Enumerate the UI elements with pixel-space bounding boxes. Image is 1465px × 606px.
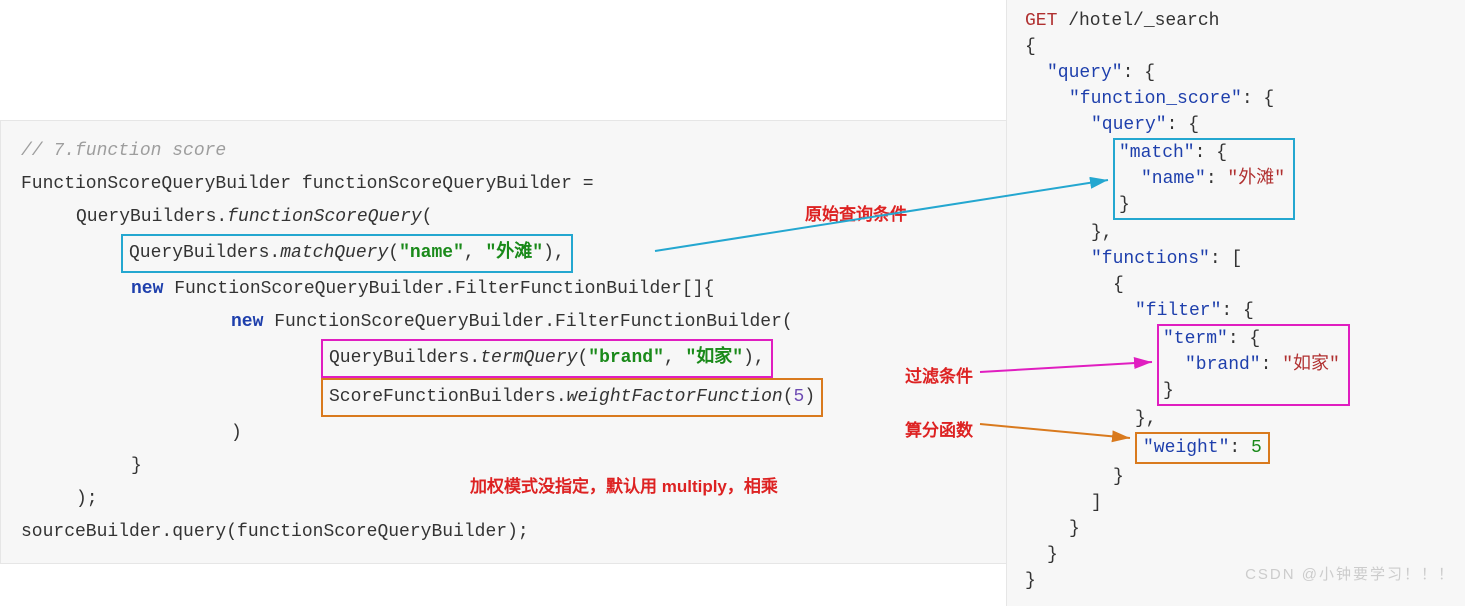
annotation-original-query: 原始查询条件 bbox=[805, 200, 907, 225]
json-string: "如家" bbox=[1282, 355, 1340, 375]
code-text: ScoreFunctionBuilders. bbox=[329, 387, 567, 407]
json-text: : { bbox=[1228, 329, 1260, 349]
json-string: "外滩" bbox=[1227, 169, 1285, 189]
number-literal: 5 bbox=[794, 387, 805, 407]
json-text: : [ bbox=[1210, 249, 1242, 269]
json-match-box: "match": { "name": "外滩" } bbox=[1113, 138, 1295, 220]
code-text: , bbox=[464, 243, 486, 263]
weight-function-box: ScoreFunctionBuilders.weightFactorFuncti… bbox=[321, 378, 823, 417]
code-line: sourceBuilder.query(functionScoreQueryBu… bbox=[21, 516, 1016, 549]
json-brace: { bbox=[1025, 272, 1465, 298]
json-brace: } bbox=[1163, 378, 1340, 404]
json-brace: } bbox=[1025, 464, 1465, 490]
json-text: : { bbox=[1167, 115, 1199, 135]
code-text: , bbox=[664, 348, 686, 368]
code-text: ( bbox=[577, 348, 588, 368]
json-brace: { bbox=[1025, 34, 1465, 60]
watermark: CSDN @小钟要学习！！！ bbox=[1245, 563, 1455, 584]
match-query-box: QueryBuilders.matchQuery("name", "外滩"), bbox=[121, 234, 573, 273]
json-brace: }, bbox=[1025, 220, 1465, 246]
json-key: "name" bbox=[1141, 169, 1206, 189]
string-literal: "name" bbox=[399, 243, 464, 263]
json-brace: ] bbox=[1025, 490, 1465, 516]
code-text: ) bbox=[21, 417, 1016, 450]
json-key: "brand" bbox=[1185, 355, 1261, 375]
json-panel: GET /hotel/_search { "query": { "functio… bbox=[1006, 0, 1465, 606]
annotation-boost-mode: 加权模式没指定，默认用 multiply，相乘 bbox=[470, 472, 778, 497]
json-number: 5 bbox=[1251, 438, 1262, 458]
code-text: QueryBuilders. bbox=[329, 348, 480, 368]
annotation-filter: 过滤条件 bbox=[905, 362, 973, 387]
json-key: "match" bbox=[1119, 143, 1195, 163]
method-name: matchQuery bbox=[280, 243, 388, 263]
keyword: new bbox=[131, 279, 163, 299]
code-text: ), bbox=[743, 348, 765, 368]
code-text: QueryBuilders. bbox=[76, 207, 227, 227]
json-key: "term" bbox=[1163, 329, 1228, 349]
json-key: "query" bbox=[1091, 115, 1167, 135]
json-key: "filter" bbox=[1135, 301, 1221, 321]
json-brace: } bbox=[1119, 192, 1285, 218]
term-query-box: QueryBuilders.termQuery("brand", "如家"), bbox=[321, 339, 773, 378]
json-key: "weight" bbox=[1143, 438, 1229, 458]
string-literal: "如家" bbox=[686, 348, 744, 368]
json-key: "functions" bbox=[1091, 249, 1210, 269]
code-text: FunctionScoreQueryBuilder.FilterFunction… bbox=[163, 279, 714, 299]
method-name: termQuery bbox=[480, 348, 577, 368]
json-text: : { bbox=[1221, 301, 1253, 321]
json-text: : { bbox=[1242, 89, 1274, 109]
json-brace: }, bbox=[1025, 406, 1465, 432]
json-term-box: "term": { "brand": "如家" } bbox=[1157, 324, 1350, 406]
json-brace: } bbox=[1025, 516, 1465, 542]
code-comment: // 7.function score bbox=[21, 141, 226, 161]
method-name: weightFactorFunction bbox=[567, 387, 783, 407]
method-name: functionScoreQuery bbox=[227, 207, 421, 227]
code-text: FunctionScoreQueryBuilder.FilterFunction… bbox=[263, 312, 792, 332]
json-key: "query" bbox=[1047, 63, 1123, 83]
json-text: : bbox=[1206, 169, 1228, 189]
string-literal: "外滩" bbox=[486, 243, 544, 263]
code-text: ( bbox=[388, 243, 399, 263]
http-method: GET bbox=[1025, 11, 1057, 31]
code-line: FunctionScoreQueryBuilder functionScoreQ… bbox=[21, 168, 1016, 201]
code-text: ) bbox=[804, 387, 815, 407]
json-text: : { bbox=[1195, 143, 1227, 163]
java-code-panel: // 7.function score FunctionScoreQueryBu… bbox=[0, 120, 1017, 564]
annotation-score-func: 算分函数 bbox=[905, 416, 973, 441]
code-text: ), bbox=[543, 243, 565, 263]
json-key: "function_score" bbox=[1069, 89, 1242, 109]
json-text: : { bbox=[1123, 63, 1155, 83]
json-weight-box: "weight": 5 bbox=[1135, 432, 1270, 464]
url-path: /hotel/_search bbox=[1057, 11, 1219, 31]
keyword: new bbox=[231, 312, 263, 332]
code-text: ( bbox=[783, 387, 794, 407]
code-text: ( bbox=[422, 207, 433, 227]
json-text: : bbox=[1261, 355, 1283, 375]
string-literal: "brand" bbox=[588, 348, 664, 368]
code-text: QueryBuilders. bbox=[129, 243, 280, 263]
json-text: : bbox=[1229, 438, 1251, 458]
